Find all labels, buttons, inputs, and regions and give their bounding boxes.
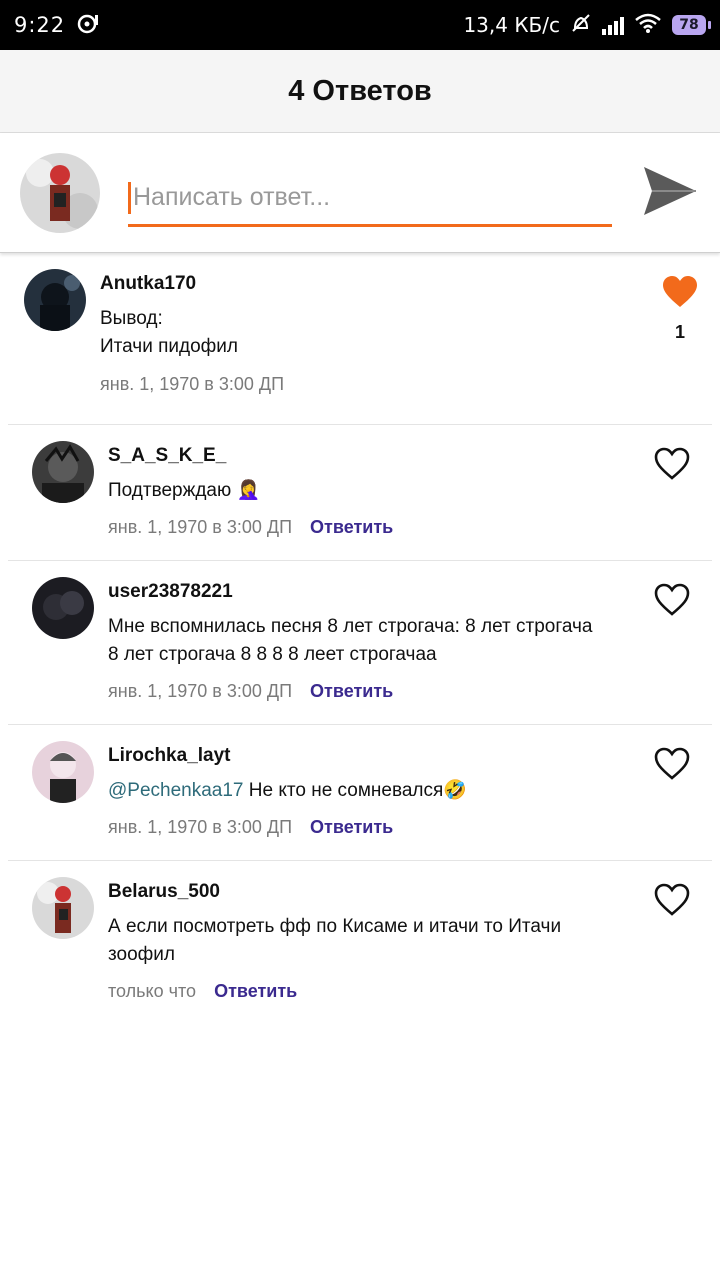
send-icon xyxy=(644,167,696,215)
media-notification-icon xyxy=(77,12,101,39)
comment-timestamp: янв. 1, 1970 в 3:00 ДП xyxy=(100,374,285,394)
parent-comment: Anutka170 Вывод: Итачи пидофил янв. 1, 1… xyxy=(0,253,720,424)
signal-icon xyxy=(602,15,624,35)
heart-filled-icon[interactable] xyxy=(662,275,698,309)
reply-comment: Belarus_500 А если посмотреть фф по Киса… xyxy=(8,861,712,1024)
like-count: 1 xyxy=(675,322,686,342)
page-title: 4 Ответов xyxy=(288,74,432,107)
bell-muted-icon xyxy=(570,12,592,39)
comment-username[interactable]: Belarus_500 xyxy=(108,881,220,903)
comment-text-content: Не кто не сомневался🤣 xyxy=(243,780,467,801)
avatar[interactable] xyxy=(32,577,94,639)
comment-meta: янв. 1, 1970 в 3:00 ДП Ответить xyxy=(108,817,393,838)
avatar[interactable] xyxy=(32,877,94,939)
battery-indicator: 78 xyxy=(672,15,711,35)
comment-username[interactable]: user23878221 xyxy=(108,581,233,603)
reply-button[interactable]: Ответить xyxy=(310,817,393,838)
reply-button[interactable]: Ответить xyxy=(214,981,297,1002)
comment-text-line1: Вывод: xyxy=(100,308,163,329)
user-mention-link[interactable]: @Pechenkaa17 xyxy=(108,780,244,801)
avatar[interactable] xyxy=(24,269,86,331)
heart-outline-icon[interactable] xyxy=(654,447,690,481)
reply-comment: user23878221 Мне вспомнилась песня 8 лет… xyxy=(8,561,712,724)
avatar[interactable] xyxy=(32,741,94,803)
send-button[interactable] xyxy=(640,161,700,221)
heart-outline-icon[interactable] xyxy=(654,583,690,617)
comment-timestamp: янв. 1, 1970 в 3:00 ДП xyxy=(108,681,293,701)
heart-outline-icon[interactable] xyxy=(654,747,690,781)
comment-meta: янв. 1, 1970 в 3:00 ДП xyxy=(100,374,284,395)
comment-meta: только что Ответить xyxy=(108,981,297,1002)
page-header: 4 Ответов xyxy=(0,50,720,133)
comment-timestamp: только что xyxy=(108,981,197,1001)
comment-text: Мне вспомнилась песня 8 лет строгача: 8 … xyxy=(108,616,593,665)
comment-text: А если посмотреть фф по Кисаме и итачи т… xyxy=(108,916,562,965)
reply-comment: S_A_S_K_E_ Подтверждаю 🤦‍♀️ янв. 1, 1970… xyxy=(8,425,712,560)
comment-meta: янв. 1, 1970 в 3:00 ДП Ответить xyxy=(108,681,393,702)
reply-input-placeholder: Написать ответ... xyxy=(133,183,331,211)
comment-username[interactable]: Lirochka_layt xyxy=(108,745,231,767)
comment-username[interactable]: Anutka170 xyxy=(100,273,196,295)
reply-composer: Написать ответ... xyxy=(0,133,720,253)
heart-outline-icon[interactable] xyxy=(654,883,690,917)
comment-text: @Pechenkaa17 Не кто не сомневался🤣 xyxy=(108,777,608,805)
text-caret xyxy=(128,181,131,214)
reply-button[interactable]: Ответить xyxy=(310,517,393,538)
comment-meta: янв. 1, 1970 в 3:00 ДП Ответить xyxy=(108,517,393,538)
comment-timestamp: янв. 1, 1970 в 3:00 ДП xyxy=(108,517,293,537)
comment-text-line2: Итачи пидофил xyxy=(100,336,238,357)
reply-button[interactable]: Ответить xyxy=(310,681,393,702)
reply-comment: Lirochka_layt @Pechenkaa17 Не кто не сом… xyxy=(8,725,712,860)
network-speed: 13,4 КБ/с xyxy=(463,13,560,37)
comment-text: Подтверждаю 🤦‍♀️ xyxy=(108,480,261,501)
avatar[interactable] xyxy=(32,441,94,503)
comment-username[interactable]: S_A_S_K_E_ xyxy=(108,445,226,467)
status-time: 9:22 xyxy=(14,13,66,37)
current-user-avatar xyxy=(20,153,100,233)
reply-input[interactable]: Написать ответ... xyxy=(128,171,612,227)
wifi-icon xyxy=(634,12,662,39)
status-bar: 9:22 13,4 КБ/с 78 xyxy=(0,0,720,50)
comment-timestamp: янв. 1, 1970 в 3:00 ДП xyxy=(108,817,293,837)
